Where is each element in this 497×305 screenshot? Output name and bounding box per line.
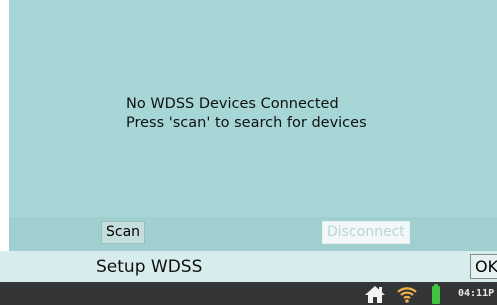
page-title: Setup WDSS — [96, 257, 203, 277]
status-message: No WDSS Devices Connected Press 'scan' t… — [126, 95, 367, 133]
status-bar: 04:11P — [0, 282, 497, 305]
clock-text: 04:11P — [458, 288, 495, 299]
home-icon[interactable] — [364, 284, 386, 305]
battery-icon[interactable] — [430, 284, 442, 305]
disconnect-button[interactable]: Disconnect — [322, 221, 410, 244]
device-list-panel: No WDSS Devices Connected Press 'scan' t… — [9, 0, 497, 217]
scan-hint-text: Press 'scan' to search for devices — [126, 115, 367, 131]
title-bar: Setup WDSS OK — [0, 251, 497, 282]
wifi-icon[interactable] — [396, 284, 418, 305]
no-devices-text: No WDSS Devices Connected — [126, 96, 339, 112]
ok-button[interactable]: OK — [470, 254, 497, 279]
scan-button[interactable]: Scan — [101, 221, 146, 244]
wdss-setup-screen: No WDSS Devices Connected Press 'scan' t… — [0, 0, 497, 305]
action-button-row: Scan Disconnect — [9, 217, 497, 251]
